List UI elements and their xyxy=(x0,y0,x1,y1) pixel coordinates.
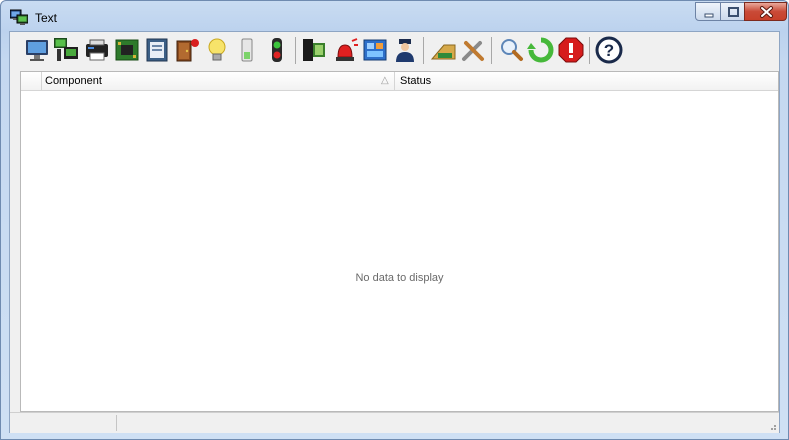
circuit-board-icon[interactable] xyxy=(112,35,142,65)
door-alarm-icon[interactable] xyxy=(172,35,202,65)
application-window: Text ? Component △ Status No data to dis… xyxy=(0,0,789,440)
column-header-label: Status xyxy=(400,75,432,87)
toolbar: ? xyxy=(10,32,779,70)
toolbar-separator xyxy=(589,37,590,64)
close-icon xyxy=(760,6,773,18)
maximize-button[interactable] xyxy=(720,2,745,21)
stop-icon[interactable] xyxy=(556,35,586,65)
refresh-icon[interactable] xyxy=(526,35,556,65)
empty-state-message: No data to display xyxy=(355,272,444,284)
security-guard-icon[interactable] xyxy=(390,35,420,65)
siren-icon[interactable] xyxy=(330,35,360,65)
battery-icon[interactable] xyxy=(232,35,262,65)
panel-module-icon[interactable] xyxy=(142,35,172,65)
column-header-component[interactable]: Component △ xyxy=(42,72,395,90)
data-grid[interactable]: Component △ Status No data to display xyxy=(20,71,779,412)
svg-text:?: ? xyxy=(604,41,614,60)
toolbar-separator xyxy=(295,37,296,64)
toolbar-separator xyxy=(423,37,424,64)
app-icon xyxy=(9,9,29,25)
keyboard-card-icon[interactable] xyxy=(428,35,458,65)
floor-plan-icon[interactable] xyxy=(360,35,390,65)
column-header-status[interactable]: Status xyxy=(395,72,778,90)
maximize-icon xyxy=(728,7,739,17)
column-header-label: Component xyxy=(45,75,102,87)
window-title: Text xyxy=(35,11,58,25)
tools-icon[interactable] xyxy=(458,35,488,65)
search-icon[interactable] xyxy=(496,35,526,65)
sort-indicator-icon: △ xyxy=(381,75,389,86)
toolbar-separator xyxy=(491,37,492,64)
title-bar[interactable]: Text xyxy=(1,1,788,31)
printer-icon[interactable] xyxy=(82,35,112,65)
grid-header: Component △ Status xyxy=(21,72,778,91)
status-panel xyxy=(10,415,117,431)
close-button[interactable] xyxy=(744,2,787,21)
resize-grip-icon[interactable] xyxy=(767,421,777,431)
minimize-icon xyxy=(704,13,714,18)
light-bulb-icon[interactable] xyxy=(202,35,232,65)
computer-monitor-icon[interactable] xyxy=(22,35,52,65)
traffic-light-icon[interactable] xyxy=(262,35,292,65)
server-rack-icon[interactable] xyxy=(300,35,330,65)
row-indicator-column-header xyxy=(21,72,42,90)
minimize-button[interactable] xyxy=(695,2,721,21)
help-icon[interactable]: ? xyxy=(594,35,624,65)
status-bar xyxy=(10,412,779,433)
network-computers-icon[interactable] xyxy=(52,35,82,65)
client-area: ? Component △ Status No data to display xyxy=(9,31,780,433)
